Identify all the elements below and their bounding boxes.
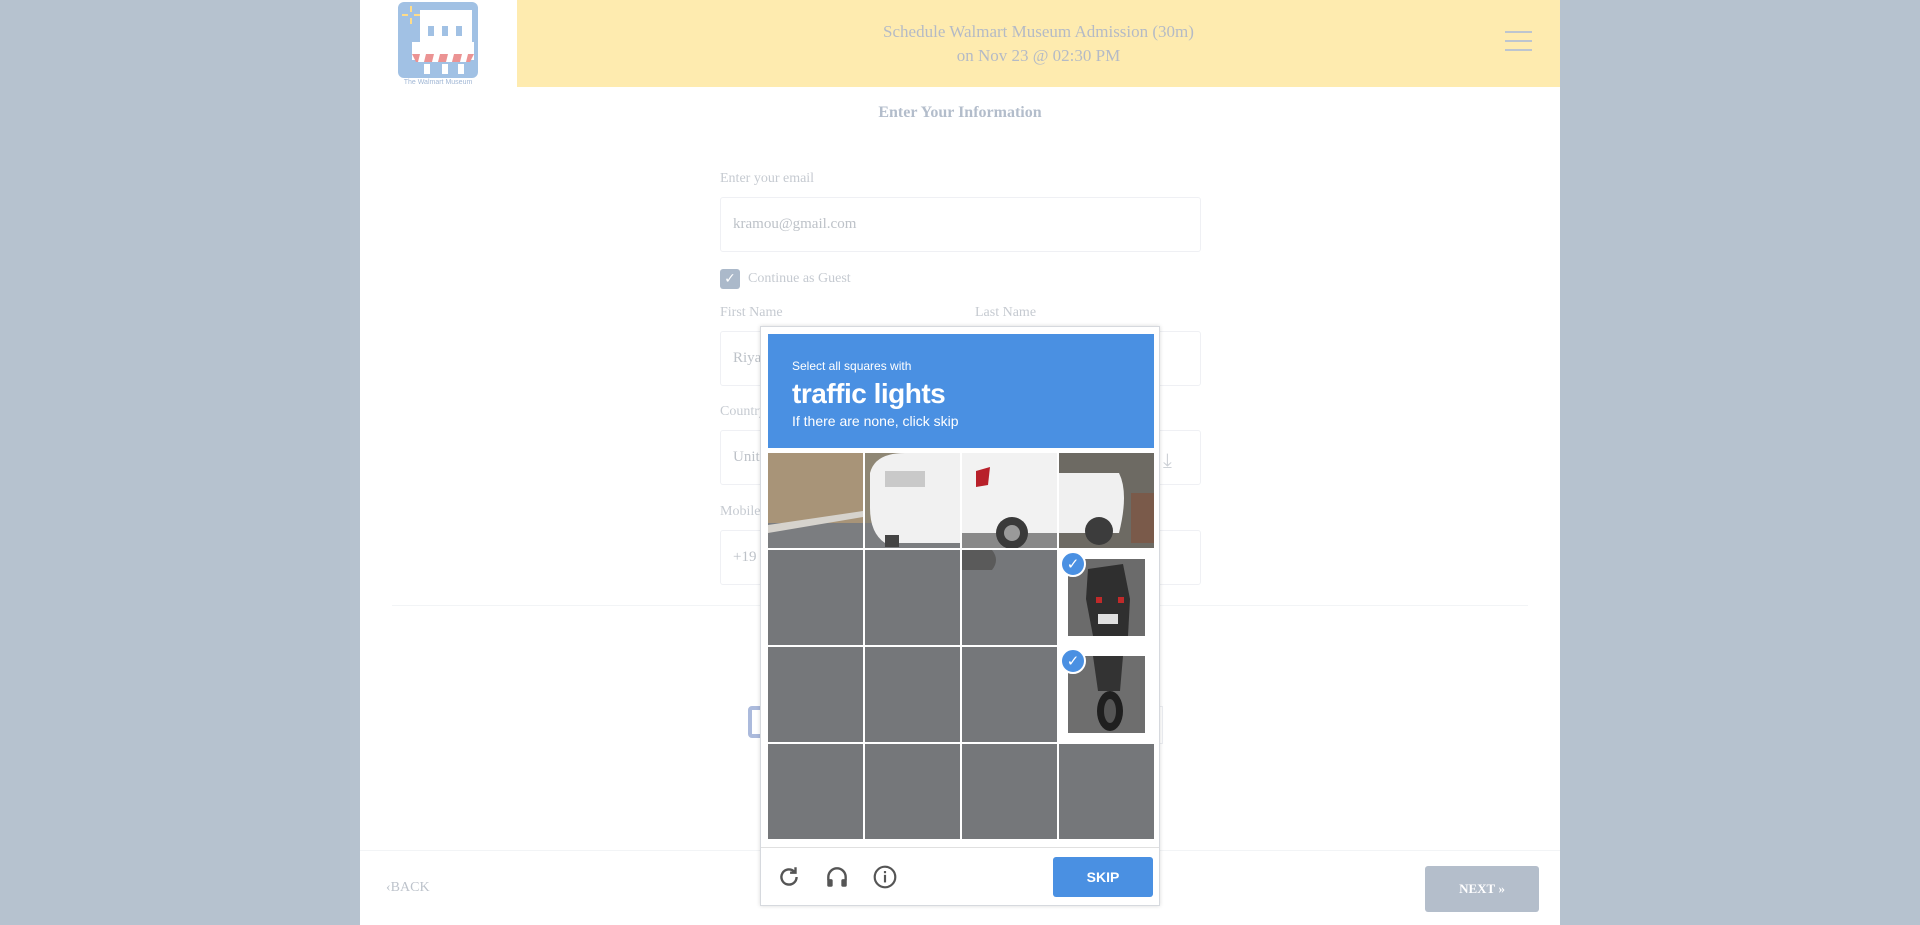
captcha-tile-selected[interactable]: ✓ bbox=[1059, 647, 1154, 742]
captcha-tile[interactable] bbox=[865, 550, 960, 645]
select-arrow-icon: ⤓ bbox=[1163, 448, 1172, 472]
refresh-icon[interactable] bbox=[775, 863, 803, 891]
menu-icon[interactable] bbox=[1505, 31, 1532, 51]
captcha-challenge: Select all squares with traffic lights I… bbox=[760, 326, 1160, 906]
double-chevron-right-icon: » bbox=[1495, 881, 1505, 896]
next-button[interactable]: NEXT » bbox=[1425, 866, 1539, 912]
email-label: Enter your email bbox=[720, 171, 815, 186]
captcha-tile[interactable] bbox=[1059, 744, 1154, 839]
captcha-tile[interactable] bbox=[768, 647, 863, 742]
email-field[interactable]: kramou@gmail.com bbox=[720, 197, 1201, 252]
first-name-label: First Name bbox=[720, 305, 783, 320]
captcha-instruction-sub: If there are none, click skip bbox=[792, 413, 959, 429]
checkmark-icon: ✓ bbox=[1060, 648, 1086, 674]
guest-checkbox[interactable]: ✓ bbox=[720, 269, 740, 289]
captcha-tile[interactable] bbox=[865, 647, 960, 742]
appointment-title-line2: on Nov 23 @ 02:30 PM bbox=[956, 46, 1121, 65]
captcha-target: traffic lights bbox=[792, 378, 946, 409]
captcha-tile[interactable] bbox=[962, 744, 1057, 839]
audio-icon[interactable] bbox=[823, 863, 851, 891]
back-button[interactable]: ‹BACK bbox=[386, 880, 430, 896]
captcha-tile[interactable] bbox=[768, 550, 863, 645]
last-name-label: Last Name bbox=[975, 305, 1037, 320]
captcha-tile[interactable] bbox=[768, 744, 863, 839]
captcha-tile[interactable] bbox=[962, 647, 1057, 742]
captcha-tile-selected[interactable]: ✓ bbox=[1059, 550, 1154, 645]
mobile-label: Mobile bbox=[720, 504, 761, 519]
skip-button[interactable]: SKIP bbox=[1053, 857, 1153, 897]
captcha-image-grid: ✓ ✓ bbox=[768, 453, 1154, 839]
captcha-tile[interactable] bbox=[962, 550, 1057, 645]
guest-label: Continue as Guest bbox=[748, 271, 851, 286]
logo-caption: The Walmart Museum bbox=[403, 79, 473, 86]
captcha-tile[interactable] bbox=[865, 744, 960, 839]
appointment-title-line1: Schedule Walmart Museum Admission (30m) bbox=[883, 22, 1194, 41]
next-label: NEXT bbox=[1459, 881, 1496, 896]
captcha-tile[interactable] bbox=[1059, 453, 1154, 548]
museum-logo[interactable]: The Walmart Museum bbox=[398, 2, 478, 86]
captcha-instructions: Select all squares with traffic lights I… bbox=[768, 334, 1154, 448]
checkmark-icon: ✓ bbox=[1060, 551, 1086, 577]
appointment-title: Schedule Walmart Museum Admission (30m) … bbox=[517, 20, 1560, 68]
captcha-tile[interactable] bbox=[865, 453, 960, 548]
museum-building-icon bbox=[398, 2, 478, 78]
form-heading: Enter Your Information bbox=[878, 104, 1042, 121]
captcha-tile[interactable] bbox=[962, 453, 1057, 548]
info-icon[interactable] bbox=[871, 863, 899, 891]
captcha-footer-divider bbox=[761, 847, 1159, 848]
country-label: Country bbox=[720, 404, 766, 419]
header-band: Schedule Walmart Museum Admission (30m) … bbox=[517, 0, 1560, 87]
captcha-tile[interactable] bbox=[768, 453, 863, 548]
header: The Walmart Museum Schedule Walmart Muse… bbox=[360, 0, 1560, 87]
back-label: BACK bbox=[390, 880, 430, 895]
captcha-instruction-small: Select all squares with bbox=[792, 359, 912, 373]
